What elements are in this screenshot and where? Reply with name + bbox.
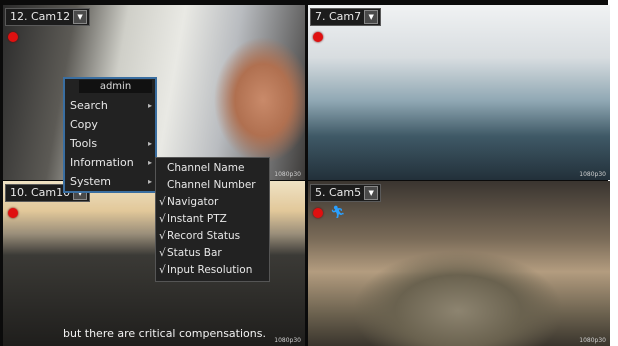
checkmark-icon: √ [159, 196, 166, 208]
input-resolution: 1080p30 [274, 337, 301, 344]
chevron-down-icon[interactable]: ▼ [364, 10, 379, 24]
camera-tile-cam7[interactable]: 7. Cam7 ▼ 1080p30 [308, 5, 610, 180]
menu-item-information[interactable]: Information ▸ [65, 153, 155, 172]
checkmark-icon: √ [159, 264, 166, 276]
chevron-right-icon: ▸ [147, 177, 152, 186]
input-resolution: 1080p30 [579, 171, 606, 178]
context-menu: admin Search ▸ Copy Tools ▸ Information ▸ S… [63, 77, 157, 193]
submenu-item-status-bar[interactable]: √Status Bar [156, 245, 269, 262]
chevron-right-icon: ▸ [147, 101, 152, 110]
context-menu-user: admin [79, 80, 152, 93]
input-resolution: 1080p30 [579, 337, 606, 344]
submenu-item-navigator[interactable]: √Navigator [156, 194, 269, 211]
camera-title-bar[interactable]: 5. Cam5 ▼ [310, 184, 382, 202]
menu-item-tools[interactable]: Tools ▸ [65, 134, 155, 153]
display-submenu: Channel Name Channel Number √Navigator √… [155, 157, 270, 282]
checkmark-icon: √ [159, 213, 166, 225]
chevron-down-icon[interactable]: ▼ [364, 186, 379, 200]
menu-item-system[interactable]: System ▸ [65, 172, 155, 191]
submenu-item-input-resolution[interactable]: √Input Resolution [156, 262, 269, 279]
camera-title: 12. Cam12 [10, 10, 71, 23]
record-indicator-icon [313, 208, 323, 218]
video-caption: but there are critical compensations. [63, 327, 266, 340]
checkmark-icon: √ [159, 247, 166, 259]
camera-title: 5. Cam5 [315, 186, 362, 199]
menu-item-search[interactable]: Search ▸ [65, 96, 155, 115]
submenu-item-instant-ptz[interactable]: √Instant PTZ [156, 211, 269, 228]
chevron-right-icon: ▸ [147, 139, 152, 148]
camera-title-bar[interactable]: 12. Cam12 ▼ [5, 8, 91, 26]
submenu-item-channel-name[interactable]: Channel Name [156, 160, 269, 177]
camera-grid: 12. Cam12 ▼ 1080p30 7. Cam7 ▼ 1080p30 10… [0, 0, 610, 346]
input-resolution: 1080p30 [274, 171, 301, 178]
record-indicator-icon [313, 32, 323, 42]
chevron-down-icon[interactable]: ▼ [73, 10, 88, 24]
camera-tile-cam5[interactable]: 5. Cam5 ▼ 🏃︎ 1080p30 [308, 181, 610, 346]
menu-item-copy[interactable]: Copy [65, 115, 155, 134]
record-indicator-icon [8, 32, 18, 42]
chevron-right-icon: ▸ [147, 158, 152, 167]
camera-title: 10. Cam10 [10, 186, 71, 199]
submenu-item-record-status[interactable]: √Record Status [156, 228, 269, 245]
motion-detect-icon: 🏃︎ [330, 205, 346, 219]
record-indicator-icon [8, 208, 18, 218]
submenu-item-channel-number[interactable]: Channel Number [156, 177, 269, 194]
checkmark-icon: √ [159, 230, 166, 242]
camera-title-bar[interactable]: 7. Cam7 ▼ [310, 8, 382, 26]
camera-title: 7. Cam7 [315, 10, 362, 23]
